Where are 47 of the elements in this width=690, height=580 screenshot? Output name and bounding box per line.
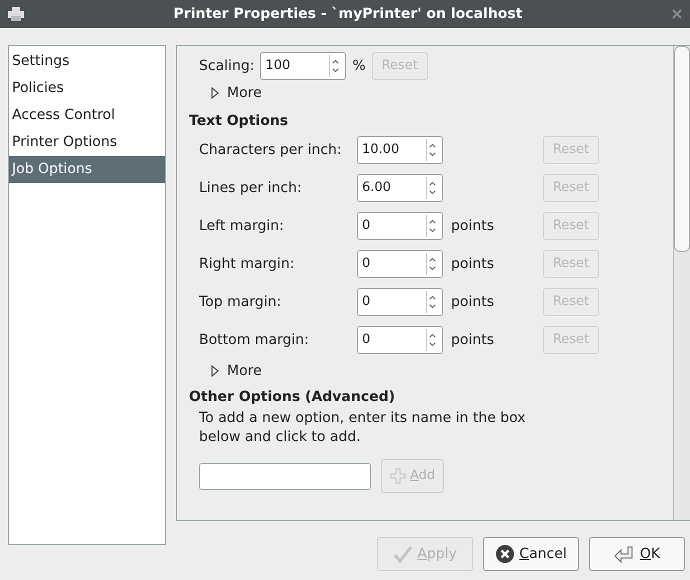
spin-field[interactable]: 100: [260, 52, 346, 80]
option-label: Left margin:: [199, 216, 285, 236]
sidebar-item[interactable]: Policies: [9, 75, 165, 102]
spin-arrows-icon[interactable]: [426, 177, 438, 199]
description-text: To add a new option, enter its name in the box below and click to add.: [199, 409, 527, 447]
close-icon: [495, 544, 516, 564]
checkmark-icon: [393, 545, 414, 563]
option-label: Lines per inch:: [199, 178, 303, 198]
option-label: Bottom margin:: [199, 330, 310, 350]
spin-arrows-icon[interactable]: [426, 329, 438, 351]
spin-arrows-icon[interactable]: [426, 215, 438, 237]
sidebar-item[interactable]: Settings: [9, 48, 165, 75]
spin-field[interactable]: 6.00: [357, 174, 443, 202]
spin-field[interactable]: 0: [357, 250, 443, 278]
scrollbar[interactable]: [673, 46, 690, 520]
window-title: Printer Properties - `myPrinter' on localhost: [172, 4, 524, 24]
option-name-field[interactable]: [199, 462, 371, 490]
more-expander[interactable]: More: [211, 359, 673, 383]
ok-button[interactable]: OK: [589, 537, 685, 571]
unit-label: points: [451, 216, 494, 236]
sidebar-item[interactable]: Access Control: [9, 102, 165, 129]
spin-field[interactable]: 0: [357, 212, 443, 240]
unit-label: %: [352, 56, 366, 76]
spin-arrows-icon[interactable]: [426, 291, 438, 313]
spin-arrows-icon[interactable]: [426, 139, 438, 161]
section-heading: Other Options (Advanced): [189, 388, 396, 407]
spin-arrows-icon[interactable]: [329, 55, 342, 77]
unit-label: points: [451, 292, 494, 312]
spin-arrows-icon[interactable]: [426, 253, 438, 275]
printer-icon: [8, 7, 24, 21]
unit-label: points: [451, 330, 494, 350]
section-heading: Text Options: [189, 112, 290, 131]
sidebar-item[interactable]: Job Options: [9, 156, 165, 183]
expander-triangle-icon: [211, 365, 219, 377]
option-label: Characters per inch:: [199, 140, 343, 160]
spin-field[interactable]: 10.00: [357, 136, 443, 164]
more-expander[interactable]: More: [211, 81, 673, 105]
scaling-label: Scaling:: [199, 56, 254, 76]
cancel-button[interactable]: Cancel: [483, 537, 579, 571]
sidebar-item[interactable]: Printer Options: [9, 129, 165, 156]
unit-label: points: [451, 254, 494, 274]
option-label: Right margin:: [199, 254, 296, 274]
spin-field[interactable]: 0: [357, 288, 443, 316]
option-label: Top margin:: [199, 292, 282, 312]
expander-triangle-icon: [211, 87, 219, 99]
plus-icon: [390, 468, 406, 484]
spin-field[interactable]: 0: [357, 326, 443, 354]
